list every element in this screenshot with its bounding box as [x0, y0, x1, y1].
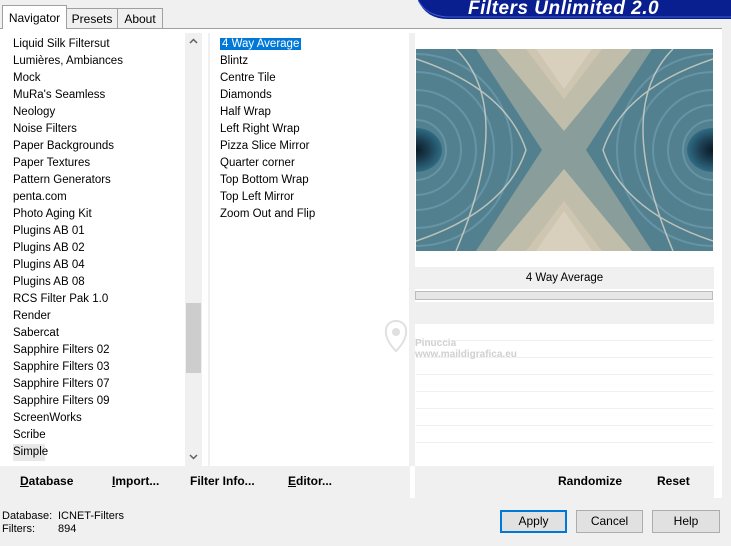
- category-item[interactable]: Sapphire Filters 02: [13, 342, 183, 359]
- editor-button[interactable]: Editor...: [288, 474, 332, 488]
- category-item[interactable]: Neology: [13, 104, 183, 121]
- category-item[interactable]: Pattern Generators: [13, 172, 183, 189]
- filter-item-label: Zoom Out and Flip: [220, 208, 316, 220]
- filter-item-label: Half Wrap: [220, 106, 271, 118]
- divider: [416, 425, 713, 426]
- filters-count: 894: [58, 523, 77, 535]
- category-item[interactable]: Sapphire Filters 03: [13, 359, 183, 376]
- tab-presets[interactable]: Presets: [66, 8, 118, 28]
- category-item[interactable]: Noise Filters: [13, 121, 183, 138]
- filter-item[interactable]: Pizza Slice Mirror: [220, 138, 405, 155]
- reset-button[interactable]: Reset: [657, 474, 690, 488]
- randomize-button[interactable]: Randomize: [558, 474, 622, 488]
- filter-list[interactable]: 4 Way Average Blintz Centre Tile Diamonds Ha…: [218, 36, 405, 223]
- category-list[interactable]: Liquid Silk Filtersut Lumières, Ambiances…: [13, 36, 183, 461]
- filter-item-label: Left Right Wrap: [220, 123, 300, 135]
- category-item[interactable]: ScreenWorks: [13, 410, 183, 427]
- category-item[interactable]: Plugins AB 01: [13, 223, 183, 240]
- divider: [416, 442, 713, 443]
- category-item[interactable]: Mock: [13, 70, 183, 87]
- divider: [416, 408, 713, 409]
- tab-navigator[interactable]: Navigator: [2, 5, 67, 29]
- category-item[interactable]: Scribe: [13, 427, 183, 444]
- banner-title: Filters Unlimited 2.0: [468, 0, 660, 19]
- filter-item-label: Pizza Slice Mirror: [220, 140, 310, 152]
- banner: Filters Unlimited 2.0: [418, 0, 731, 19]
- database-button[interactable]: Database: [20, 474, 73, 488]
- filter-item[interactable]: Half Wrap: [220, 104, 405, 121]
- filter-item-label: Centre Tile: [220, 72, 276, 84]
- tab-about[interactable]: About: [117, 8, 163, 28]
- divider: [409, 33, 415, 466]
- filter-item-label: Quarter corner: [220, 157, 295, 169]
- database-label: Database:: [2, 510, 53, 522]
- filter-item[interactable]: Zoom Out and Flip: [220, 206, 405, 223]
- watermark-line2: www.maildigrafica.eu: [415, 349, 517, 360]
- filter-item-label: 4 Way Average: [218, 37, 303, 51]
- filter-item[interactable]: Diamonds: [220, 87, 405, 104]
- filter-item[interactable]: Centre Tile: [220, 70, 405, 87]
- filter-item[interactable]: Top Bottom Wrap: [220, 172, 405, 189]
- filter-item-label: Top Bottom Wrap: [220, 174, 309, 186]
- chevron-up-icon[interactable]: [185, 33, 202, 50]
- divider: [208, 33, 210, 466]
- category-item[interactable]: penta.com: [13, 189, 183, 206]
- filter-item[interactable]: Quarter corner: [220, 155, 405, 172]
- category-item[interactable]: Plugins AB 04: [13, 257, 183, 274]
- help-button[interactable]: Help: [652, 510, 720, 533]
- filter-item[interactable]: 4 Way Average: [218, 36, 405, 53]
- watermark-logo-icon: [378, 318, 414, 357]
- watermark-line1: Pinuccia: [415, 338, 457, 349]
- category-item[interactable]: MuRa's Seamless: [13, 87, 183, 104]
- filter-preview-image: [416, 49, 713, 251]
- category-item[interactable]: Paper Textures: [13, 155, 183, 172]
- category-item[interactable]: Paper Backgrounds: [13, 138, 183, 155]
- selected-filter-name: 4 Way Average: [415, 267, 714, 289]
- category-item[interactable]: Photo Aging Kit: [13, 206, 183, 223]
- database-value: ICNET-Filters: [58, 510, 124, 522]
- import-button[interactable]: Import...: [112, 474, 159, 488]
- divider: [416, 374, 713, 375]
- watermark-text: Pinuccia www.maildigrafica.eu: [415, 338, 517, 360]
- cancel-button[interactable]: Cancel: [576, 510, 643, 533]
- category-item[interactable]: Render: [13, 308, 183, 325]
- filter-item-label: Top Left Mirror: [220, 191, 295, 203]
- category-scrollbar[interactable]: [185, 33, 202, 466]
- category-item[interactable]: Sapphire Filters 09: [13, 393, 183, 410]
- category-item[interactable]: Sabercat: [13, 325, 183, 342]
- filter-item[interactable]: Left Right Wrap: [220, 121, 405, 138]
- category-item[interactable]: Plugins AB 08: [13, 274, 183, 291]
- progress-bar: [415, 291, 713, 300]
- filter-info-button[interactable]: Filter Info...: [190, 474, 255, 488]
- category-item[interactable]: Plugins AB 02: [13, 240, 183, 257]
- control-area: [415, 302, 714, 324]
- scrollbar-thumb[interactable]: [186, 303, 201, 373]
- category-item[interactable]: Liquid Silk Filtersut: [13, 36, 183, 53]
- chevron-down-icon[interactable]: [185, 449, 202, 466]
- category-item[interactable]: Simple: [13, 444, 48, 461]
- filter-item-label: Diamonds: [220, 89, 272, 101]
- filter-item-label: Blintz: [220, 55, 249, 67]
- apply-button[interactable]: Apply: [500, 510, 567, 533]
- category-item[interactable]: Sapphire Filters 07: [13, 376, 183, 393]
- divider: [416, 391, 713, 392]
- category-item[interactable]: Lumières, Ambiances: [13, 53, 183, 70]
- filters-label: Filters:: [2, 523, 35, 535]
- filter-item[interactable]: Blintz: [220, 53, 405, 70]
- category-item[interactable]: RCS Filter Pak 1.0: [13, 291, 183, 308]
- filter-item[interactable]: Top Left Mirror: [220, 189, 405, 206]
